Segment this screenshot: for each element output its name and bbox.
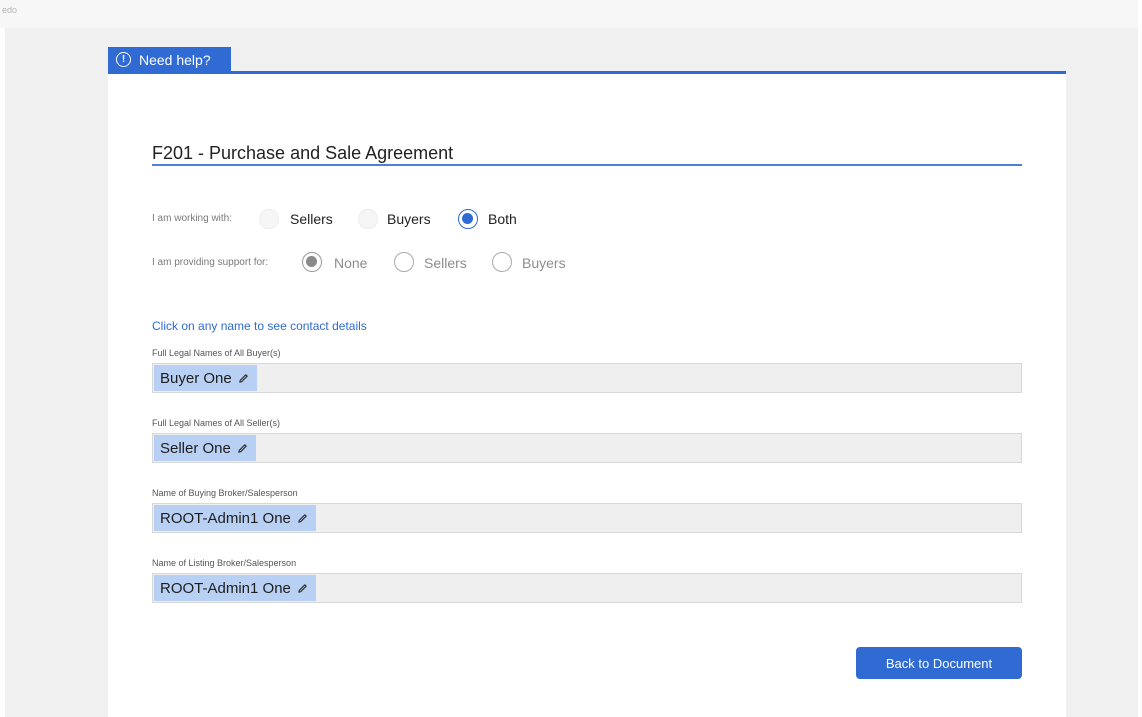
pencil-icon xyxy=(238,373,248,383)
radio-working-both[interactable] xyxy=(458,209,478,229)
corner-text: edo xyxy=(2,5,18,15)
listing-broker-field-label: Name of Listing Broker/Salesperson xyxy=(152,558,297,568)
listing-broker-name: ROOT-Admin1 One xyxy=(160,579,291,597)
pencil-icon xyxy=(298,583,307,593)
radio-working-sellers[interactable] xyxy=(259,209,279,229)
listing-broker-field: ROOT-Admin1 One xyxy=(152,573,1022,603)
right-edge xyxy=(1138,0,1142,717)
option-working-buyers[interactable]: Buyers xyxy=(387,211,431,227)
option-working-both[interactable]: Both xyxy=(488,211,517,227)
info-icon: ! xyxy=(116,52,131,67)
buying-broker-field: ROOT-Admin1 One xyxy=(152,503,1022,533)
pencil-icon xyxy=(298,513,307,523)
buying-broker-field-label: Name of Buying Broker/Salesperson xyxy=(152,488,298,498)
form-card xyxy=(108,74,1066,717)
buyers-field: Buyer One xyxy=(152,363,1022,393)
buyer-name: Buyer One xyxy=(160,369,232,387)
pencil-icon xyxy=(238,443,247,453)
option-support-sellers[interactable]: Sellers xyxy=(424,255,467,271)
working-with-label: I am working with: xyxy=(152,213,233,224)
radio-support-sellers[interactable] xyxy=(394,252,414,272)
support-for-label: I am providing support for: xyxy=(152,257,269,268)
buying-broker-chip[interactable]: ROOT-Admin1 One xyxy=(154,505,316,531)
option-support-none[interactable]: None xyxy=(334,255,367,271)
buyers-field-label: Full Legal Names of All Buyer(s) xyxy=(152,348,281,358)
radio-working-buyers[interactable] xyxy=(358,209,378,229)
need-help-label: Need help? xyxy=(139,51,211,68)
sellers-field: Seller One xyxy=(152,433,1022,463)
listing-broker-chip[interactable]: ROOT-Admin1 One xyxy=(154,575,316,601)
radio-support-buyers[interactable] xyxy=(492,252,512,272)
sellers-field-label: Full Legal Names of All Seller(s) xyxy=(152,418,281,428)
radio-support-none[interactable] xyxy=(302,252,322,272)
seller-name-chip[interactable]: Seller One xyxy=(154,435,256,461)
seller-name: Seller One xyxy=(160,439,231,457)
buying-broker-name: ROOT-Admin1 One xyxy=(160,509,291,527)
option-working-sellers[interactable]: Sellers xyxy=(290,211,333,227)
page-title: F201 - Purchase and Sale Agreement xyxy=(152,143,454,163)
option-support-buyers[interactable]: Buyers xyxy=(522,255,566,271)
title-underline xyxy=(152,164,1022,166)
buyer-name-chip[interactable]: Buyer One xyxy=(154,365,257,391)
need-help-tab[interactable]: ! Need help? xyxy=(108,47,231,72)
contact-instructions: Click on any name to see contact details xyxy=(152,319,367,333)
top-strip xyxy=(0,0,1142,28)
back-to-document-button[interactable]: Back to Document xyxy=(856,647,1022,679)
